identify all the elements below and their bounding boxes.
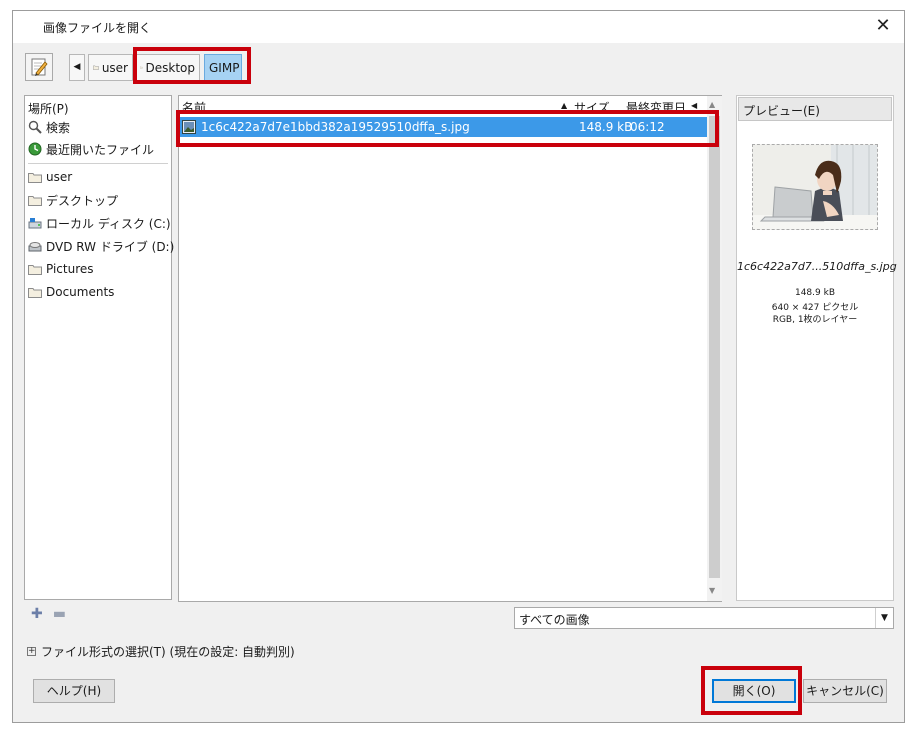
open-image-dialog: 画像ファイルを開く ✕ ◀ user Desktop GIMP 場所(P) 検索 (12, 10, 905, 723)
chevron-down-icon[interactable]: ▼ (875, 608, 893, 628)
crumb-label: GIMP (209, 60, 240, 75)
places-add-remove: ✚ ▬ (31, 606, 66, 622)
preview-filesize: 148.9 kB (794, 288, 835, 298)
place-label: 検索 (46, 120, 71, 135)
places-panel: 場所(P) 検索 最近開いたファイル user デスクトップ ローカル ディスク… (24, 95, 174, 600)
preview-thumbnail (752, 144, 878, 230)
close-icon[interactable]: ✕ (872, 15, 894, 37)
folder-icon (28, 172, 42, 183)
place-label: デスクトップ (46, 193, 119, 208)
title-bar: 画像ファイルを開く ✕ (13, 11, 904, 43)
pencil-icon (31, 58, 48, 76)
crumb-label: user (101, 60, 128, 75)
place-user[interactable]: user (28, 167, 72, 187)
preview-layers: RGB, 1枚のレイヤー (772, 315, 858, 325)
scroll-up-icon[interactable]: ▲ (709, 100, 715, 109)
scroll-down-icon[interactable]: ▼ (709, 586, 715, 595)
dvd-icon (28, 242, 42, 252)
window-title: 画像ファイルを開く (43, 21, 152, 35)
crumb-gimp[interactable]: GIMP (204, 54, 242, 81)
folder-icon (140, 66, 143, 69)
add-bookmark-icon[interactable]: ✚ (31, 606, 43, 622)
place-label: user (46, 170, 73, 184)
sort-ascending-icon: ▲ (561, 101, 568, 110)
file-name: 1c6c422a7d7e1bbd382a19529510dffa_s.jpg (201, 120, 470, 134)
place-recent[interactable]: 最近開いたファイル (28, 139, 154, 159)
image-file-icon (182, 120, 196, 134)
column-header-modified[interactable]: 最終変更日 (626, 99, 686, 116)
chevron-left-icon: ◀ (73, 62, 81, 72)
column-header-size[interactable]: サイズ (574, 99, 610, 116)
crumb-label: Desktop (145, 60, 196, 75)
place-local-disk[interactable]: ローカル ディスク (C:) (28, 213, 171, 233)
place-label: ローカル ディスク (C:) (46, 216, 171, 231)
file-size: 148.9 kB (579, 120, 633, 134)
file-type-label: ファイル形式の選択(T) (現在の設定: 自動判別) (41, 645, 295, 659)
vertical-scrollbar[interactable]: ▲ ▼ (707, 96, 722, 601)
folder-icon (93, 65, 99, 70)
crumb-desktop[interactable]: Desktop (135, 54, 200, 81)
preview-filename: 1c6c422a7d7...510dffa_s.jpg (737, 260, 897, 273)
place-label: Documents (46, 285, 115, 299)
place-label: 最近開いたファイル (46, 142, 155, 157)
file-modified: 06:12 (630, 120, 665, 134)
place-pictures[interactable]: Pictures (28, 259, 94, 279)
place-label: Pictures (46, 262, 94, 276)
cancel-button[interactable]: キャンセル(C) (803, 679, 887, 703)
folder-icon (28, 195, 42, 206)
search-icon (28, 120, 42, 134)
column-header-name[interactable]: 名前 (182, 99, 206, 116)
preview-image (753, 145, 877, 229)
place-dvd-drive[interactable]: DVD RW ドライブ (D:) (28, 236, 174, 256)
type-location-button[interactable] (25, 53, 53, 81)
filter-selected-value: すべての画像 (519, 613, 590, 627)
place-label: DVD RW ドライブ (D:) (46, 239, 175, 254)
help-button[interactable]: ヘルプ(H) (33, 679, 115, 703)
folder-icon (28, 287, 42, 298)
place-desktop[interactable]: デスクトップ (28, 190, 118, 210)
remove-bookmark-icon[interactable]: ▬ (53, 606, 66, 622)
folder-icon (28, 264, 42, 275)
column-scroll-left-icon: ◀ (691, 101, 698, 110)
file-list: 名前 ▲ サイズ 最終変更日 ◀ 1c6c422a7d7e1bbd382a195… (178, 95, 722, 602)
file-filter-select[interactable]: すべての画像 ▼ (514, 607, 894, 629)
open-button[interactable]: 開く(O) (712, 679, 796, 703)
place-search[interactable]: 検索 (28, 117, 70, 137)
file-type-expander[interactable]: + ファイル形式の選択(T) (現在の設定: 自動判別) (27, 643, 295, 660)
place-documents[interactable]: Documents (28, 282, 114, 302)
preview-toggle-button[interactable]: プレビュー(E) (738, 97, 892, 121)
preview-panel: プレビュー(E) 1c6c422a7d7...510dffa_s.jpg 148… (736, 95, 897, 601)
table-row[interactable]: 1c6c422a7d7e1bbd382a19529510dffa_s.jpg 1… (179, 117, 707, 137)
places-separator (28, 163, 168, 164)
drive-icon (28, 218, 42, 229)
crumb-user[interactable]: user (88, 54, 133, 81)
recent-icon (28, 142, 42, 156)
expand-plus-icon: + (27, 646, 36, 656)
path-scroll-left-button[interactable]: ◀ (69, 54, 85, 81)
scrollbar-thumb[interactable] (709, 116, 720, 578)
places-header: 場所(P) (28, 102, 69, 116)
